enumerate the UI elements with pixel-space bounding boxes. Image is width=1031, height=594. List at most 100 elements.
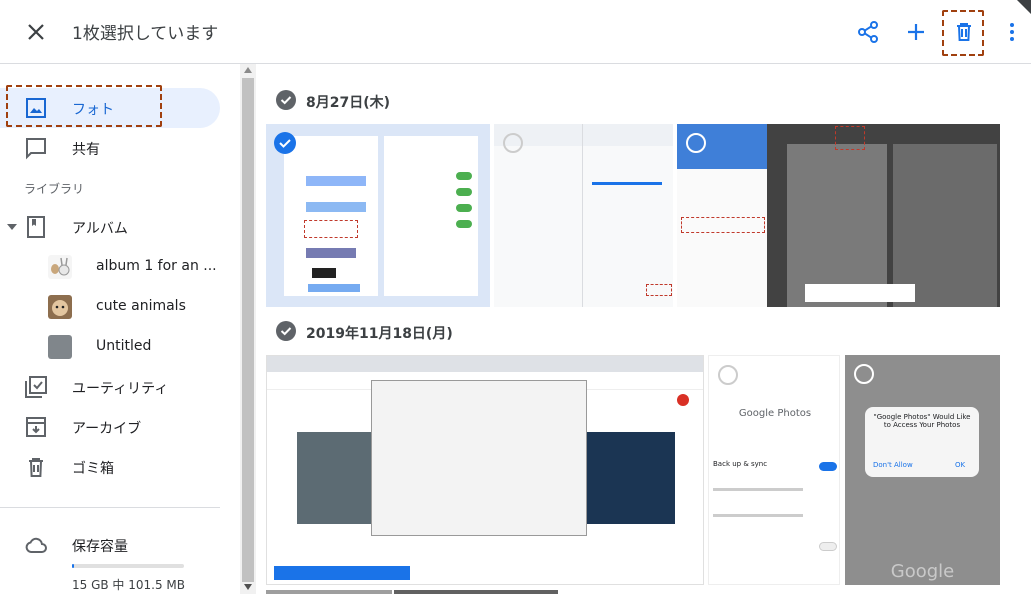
upload-banner: [274, 566, 410, 580]
archive-icon: [26, 417, 46, 437]
restore-highlight: [646, 284, 672, 296]
album-label: Untitled: [96, 338, 152, 354]
check-icon: [279, 139, 291, 148]
selected-check[interactable]: [274, 132, 296, 154]
cloud-icon: [25, 537, 47, 553]
delete-highlight: [942, 10, 984, 56]
scroll-up-icon[interactable]: [244, 67, 252, 73]
sidebar-item-label: アルバム: [72, 221, 128, 237]
drawer-panel: [677, 169, 767, 307]
album-thumbnail: [48, 255, 72, 279]
album-thumbnail: [48, 335, 72, 359]
browser-tabs: [267, 356, 703, 372]
toggle-switch: [456, 220, 472, 228]
dialog-title: "Google Photos" Would Like to Access You…: [873, 413, 971, 429]
toggle-switch: [456, 172, 472, 180]
close-selection-button[interactable]: [20, 16, 52, 48]
list-row: [306, 202, 366, 212]
photo-tile[interactable]: "Google Photos" Would Like to Access You…: [845, 355, 1000, 585]
dont-allow-button: Don't Allow: [873, 461, 913, 469]
divider: [582, 124, 583, 307]
photo-tile[interactable]: Google Photos Back up & sync: [708, 355, 840, 585]
action-bar: [805, 284, 915, 302]
scroll-down-icon[interactable]: [244, 584, 252, 590]
sidebar-item-label: ユーティリティ: [72, 381, 169, 397]
photo-tile-peek: [394, 590, 558, 594]
check-circle-icon[interactable]: [276, 321, 296, 341]
list-row: [306, 176, 366, 186]
photo-grid: 8月27日(木) 2019年11月18日(月) Google Photos Ba…: [256, 64, 1031, 594]
album-label: cute animals: [96, 298, 186, 314]
sidebar-item-trash[interactable]: ゴミ箱: [0, 447, 220, 487]
trash-icon: [29, 458, 43, 477]
album-icon: [27, 216, 45, 238]
select-circle[interactable]: [686, 133, 706, 153]
list-row: [304, 220, 358, 238]
setting-row: [713, 488, 803, 491]
album-item[interactable]: album 1 for an ...: [48, 247, 228, 287]
sidebar-item-label: 共有: [72, 142, 100, 158]
photo-tile[interactable]: [266, 355, 704, 585]
sidebar-item-utilities[interactable]: ユーティリティ: [0, 367, 220, 407]
storage-bar: [72, 564, 184, 568]
caret-down-icon[interactable]: [6, 221, 18, 233]
image-grid: [787, 144, 887, 307]
share-icon: [858, 21, 878, 43]
select-circle[interactable]: [854, 364, 874, 384]
photo-tile-peek: [266, 590, 392, 594]
list-row: [592, 160, 662, 174]
close-icon: [28, 24, 44, 40]
date-label: 8月27日(木): [306, 95, 391, 111]
divider: [0, 507, 220, 508]
select-highlight: [835, 126, 865, 150]
album-thumbnail: [48, 295, 72, 319]
more-vert-icon: [1010, 23, 1014, 41]
menu-highlight: [681, 217, 765, 233]
sidebar: フォト 共有 ライブラリ アルバム album 1 for an ... cut…: [0, 64, 240, 594]
add-to-button[interactable]: [900, 16, 932, 48]
photo-tile[interactable]: [494, 124, 673, 307]
list-row: [312, 268, 336, 278]
corner-fold: [1017, 0, 1031, 14]
toggle-switch: [456, 188, 472, 196]
top-bar: 1枚選択しています: [0, 0, 1031, 64]
album-item[interactable]: Untitled: [48, 327, 228, 367]
selection-count-title: 1枚選択しています: [72, 24, 219, 44]
toggle-switch: [819, 542, 837, 551]
list-row: [308, 284, 360, 292]
sidebar-item-sharing[interactable]: 共有: [0, 128, 220, 168]
setting-label: Back up & sync: [713, 460, 768, 468]
sidebar-item-archive[interactable]: アーカイブ: [0, 407, 220, 447]
more-options-button[interactable]: [996, 16, 1028, 48]
toggle-switch: [819, 462, 837, 471]
share-button[interactable]: [852, 16, 884, 48]
library-section-label: ライブラリ: [24, 182, 85, 196]
ok-button: OK: [955, 461, 966, 469]
image-grid: [893, 144, 997, 307]
notification-badge: [677, 394, 689, 406]
list-row: [306, 248, 356, 258]
album-item[interactable]: cute animals: [48, 287, 228, 327]
progress-line: [592, 182, 662, 185]
setting-row: [713, 514, 803, 517]
photo-tile[interactable]: [677, 124, 1000, 307]
select-circle[interactable]: [503, 133, 523, 153]
sidebar-scrollbar[interactable]: [240, 64, 256, 594]
sidebar-item-storage[interactable]: 保存容量: [0, 525, 220, 565]
select-circle[interactable]: [718, 365, 738, 385]
sidebar-item-label: ゴミ箱: [72, 461, 114, 477]
photos-highlight: [6, 85, 162, 127]
storage-label: 保存容量: [72, 539, 128, 555]
date-label: 2019年11月18日(月): [306, 326, 453, 342]
google-logo-text: Google: [890, 561, 955, 582]
chat-icon: [26, 138, 46, 160]
sidebar-item-albums[interactable]: アルバム: [0, 207, 220, 247]
album-label: album 1 for an ...: [96, 258, 217, 274]
utilities-icon: [25, 376, 47, 398]
check-circle-icon[interactable]: [276, 90, 296, 110]
plus-icon: [908, 24, 924, 40]
permission-dialog: "Google Photos" Would Like to Access You…: [865, 407, 979, 477]
scrollbar-thumb[interactable]: [242, 78, 254, 582]
storage-bar-fill: [72, 564, 74, 568]
photo-tile[interactable]: [266, 124, 490, 307]
